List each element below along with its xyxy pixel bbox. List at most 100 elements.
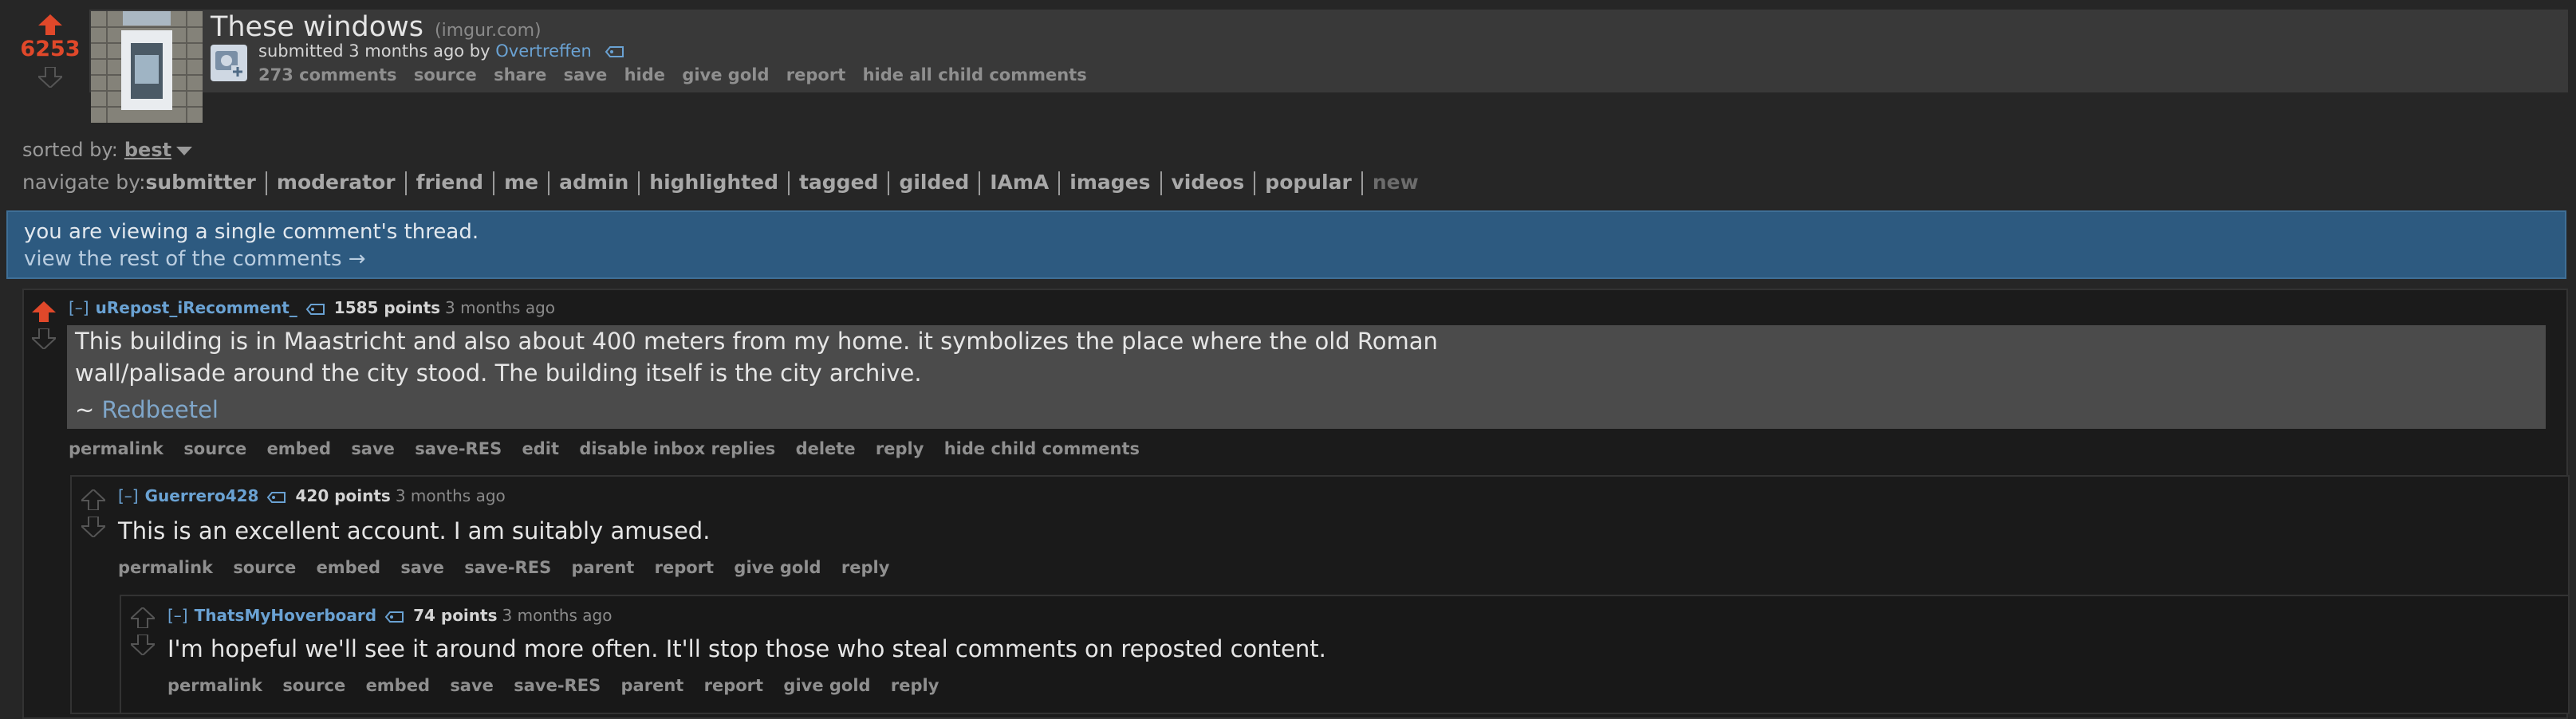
nav-divider: [638, 171, 640, 195]
signature-name[interactable]: Redbeetel: [102, 396, 219, 423]
post-title[interactable]: These windows: [211, 11, 423, 43]
disable-inbox-replies-button[interactable]: disable inbox replies: [579, 439, 775, 458]
post-source-button[interactable]: source: [414, 65, 477, 84]
downvote-arrow-icon[interactable]: [81, 517, 105, 537]
single-thread-notice: you are viewing a single comment's threa…: [6, 210, 2566, 279]
post-tagline-prefix: submitted 3 months ago by: [258, 41, 490, 61]
permalink-button[interactable]: permalink: [167, 676, 262, 695]
reply-button[interactable]: reply: [891, 676, 939, 695]
post-comments-link[interactable]: 273 comments: [258, 65, 397, 84]
downvote-arrow-icon[interactable]: [32, 328, 56, 349]
nav-iama[interactable]: IAmA: [990, 171, 1049, 194]
collapse-toggle[interactable]: [–]: [167, 606, 188, 625]
post-thumbnail[interactable]: [91, 11, 203, 123]
comment-tagline: [–] uRepost_iRecomment_ 1585 points 3 month…: [69, 298, 555, 317]
post-author[interactable]: Overtreffen: [495, 41, 592, 61]
view-rest-of-comments-link[interactable]: view the rest of the comments →: [24, 247, 366, 271]
user-tag-icon[interactable]: [266, 491, 287, 504]
delete-button[interactable]: delete: [796, 439, 856, 458]
source-button[interactable]: source: [183, 439, 246, 458]
reply-button[interactable]: reply: [876, 439, 924, 458]
embed-button[interactable]: embed: [267, 439, 331, 458]
nav-new: new: [1372, 171, 1419, 194]
image-expand-icon: [215, 51, 244, 78]
hide-child-comments-button[interactable]: hide child comments: [944, 439, 1140, 458]
nav-moderator[interactable]: moderator: [277, 171, 396, 194]
comment-time: 3 months ago: [445, 298, 556, 317]
comment-tagline: [–] ThatsMyHoverboard 74 points 3 months ag…: [167, 606, 612, 625]
comment-points: 420 points: [295, 486, 391, 505]
nav-tagged[interactable]: tagged: [799, 171, 878, 194]
save-button[interactable]: save: [450, 676, 494, 695]
comment-author[interactable]: ThatsMyHoverboard: [195, 606, 376, 625]
comment-author[interactable]: Guerrero428: [145, 486, 259, 505]
comment-author[interactable]: uRepost_iRecomment_: [96, 298, 297, 317]
nav-divider: [404, 171, 407, 195]
permalink-button[interactable]: permalink: [118, 558, 213, 577]
sort-label: sorted by:: [22, 139, 118, 161]
chevron-down-icon[interactable]: [176, 146, 193, 155]
source-button[interactable]: source: [233, 558, 296, 577]
post-save-button[interactable]: save: [564, 65, 608, 84]
post-share-button[interactable]: share: [494, 65, 546, 84]
save-res-button[interactable]: save-RES: [464, 558, 551, 577]
nav-admin[interactable]: admin: [559, 171, 628, 194]
comment-buttons: permalink source embed save save-RES edi…: [69, 439, 1154, 458]
sort-value[interactable]: best: [124, 139, 171, 161]
upvote-arrow-icon[interactable]: [81, 489, 105, 510]
embed-button[interactable]: embed: [317, 558, 380, 577]
collapse-toggle[interactable]: [–]: [69, 298, 89, 317]
nav-divider: [979, 171, 981, 195]
comment-body: This building is in Maastricht and also …: [75, 325, 1438, 426]
report-button[interactable]: report: [704, 676, 763, 695]
nav-divider: [548, 171, 550, 195]
nav-images[interactable]: images: [1069, 171, 1150, 194]
sort-menu: sorted by: best: [22, 139, 193, 161]
edit-button[interactable]: edit: [522, 439, 560, 458]
expando-button[interactable]: [211, 45, 247, 81]
post-domain[interactable]: (imgur.com): [435, 21, 542, 41]
user-tag-icon[interactable]: [605, 45, 625, 58]
user-tag-icon[interactable]: [305, 303, 326, 316]
nav-divider: [888, 171, 890, 195]
save-res-button[interactable]: save-RES: [514, 676, 601, 695]
source-button[interactable]: source: [282, 676, 345, 695]
permalink-button[interactable]: permalink: [69, 439, 163, 458]
nav-divider: [493, 171, 495, 195]
parent-button[interactable]: parent: [572, 558, 635, 577]
nav-divider: [1160, 171, 1162, 195]
collapse-toggle[interactable]: [–]: [118, 486, 139, 505]
post-give-gold-button[interactable]: give gold: [682, 65, 769, 84]
parent-button[interactable]: parent: [621, 676, 684, 695]
nav-highlighted[interactable]: highlighted: [649, 171, 778, 194]
save-res-button[interactable]: save-RES: [415, 439, 502, 458]
nav-divider: [787, 171, 790, 195]
save-button[interactable]: save: [400, 558, 444, 577]
comment-time: 3 months ago: [502, 606, 612, 625]
post-report-button[interactable]: report: [786, 65, 845, 84]
upvote-arrow-icon[interactable]: [131, 607, 155, 628]
nav-friend[interactable]: friend: [416, 171, 483, 194]
nav-popular[interactable]: popular: [1265, 171, 1352, 194]
post-hide-button[interactable]: hide: [624, 65, 665, 84]
report-button[interactable]: report: [655, 558, 714, 577]
post-hide-all-child-comments-button[interactable]: hide all child comments: [863, 65, 1087, 84]
downvote-arrow-icon[interactable]: [131, 635, 155, 655]
nav-submitter[interactable]: submitter: [146, 171, 256, 194]
downvote-arrow-icon[interactable]: [38, 67, 62, 88]
give-gold-button[interactable]: give gold: [783, 676, 870, 695]
upvote-arrow-icon[interactable]: [38, 14, 62, 35]
nav-divider: [1254, 171, 1256, 195]
save-button[interactable]: save: [351, 439, 395, 458]
post-title-line: These windows (imgur.com): [211, 11, 542, 43]
upvote-arrow-icon[interactable]: [32, 301, 56, 322]
embed-button[interactable]: embed: [366, 676, 430, 695]
nav-gilded[interactable]: gilded: [899, 171, 969, 194]
comment-body-line: This building is in Maastricht and also …: [75, 328, 1438, 355]
nav-videos[interactable]: videos: [1172, 171, 1245, 194]
comment-buttons: permalink source embed save save-RES par…: [167, 676, 953, 695]
nav-me[interactable]: me: [504, 171, 538, 194]
give-gold-button[interactable]: give gold: [734, 558, 821, 577]
reply-button[interactable]: reply: [841, 558, 890, 577]
user-tag-icon[interactable]: [384, 611, 405, 623]
